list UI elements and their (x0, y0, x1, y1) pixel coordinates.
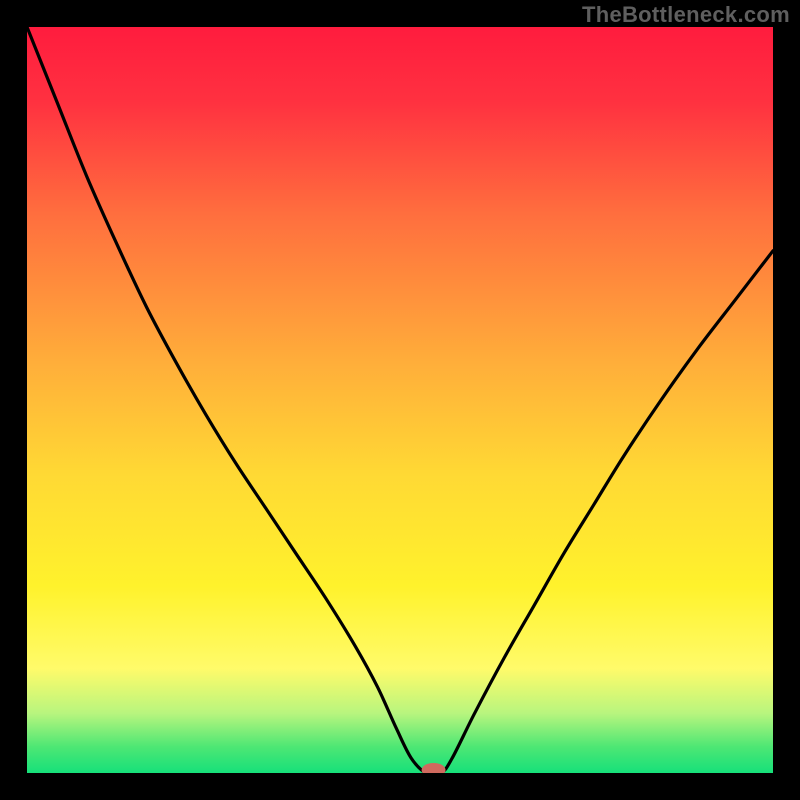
chart-svg (27, 27, 773, 773)
plot-area (27, 27, 773, 773)
chart-frame: TheBottleneck.com (0, 0, 800, 800)
watermark-text: TheBottleneck.com (582, 2, 790, 28)
